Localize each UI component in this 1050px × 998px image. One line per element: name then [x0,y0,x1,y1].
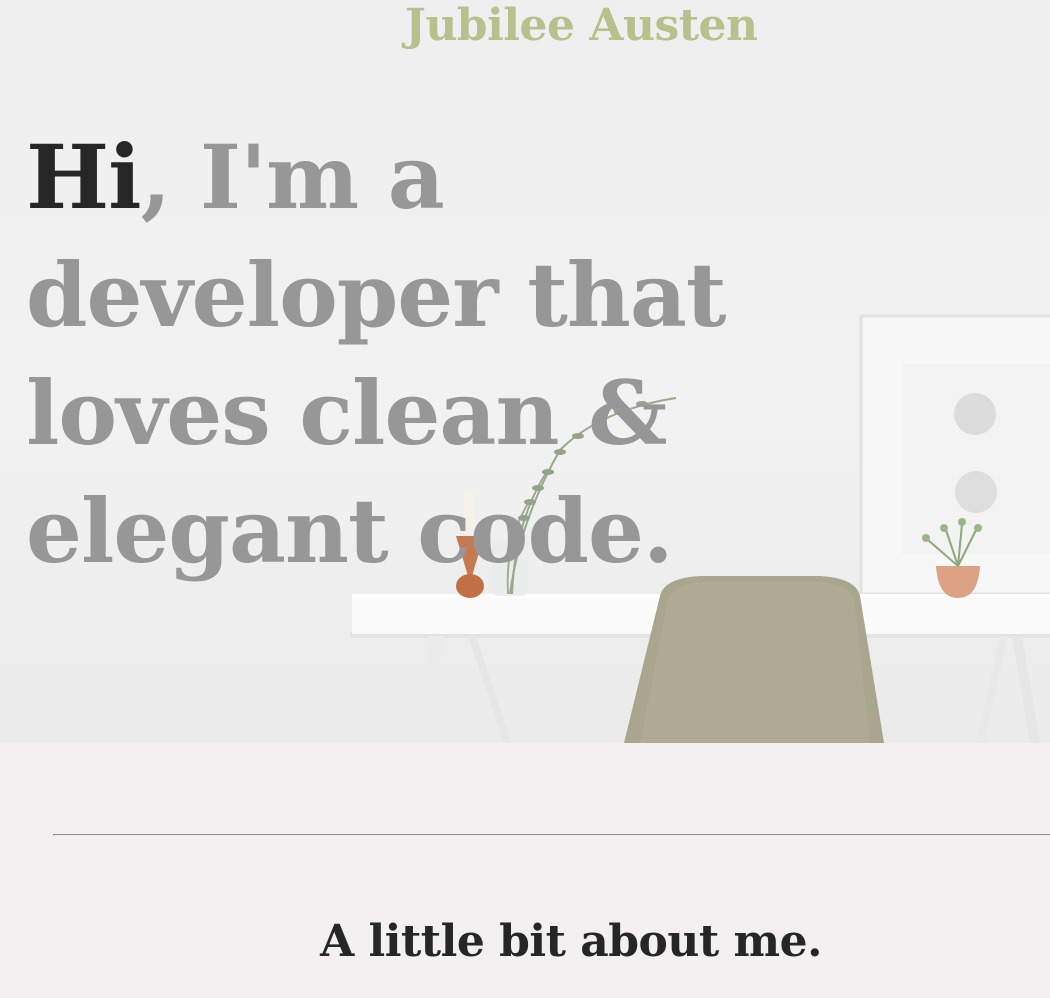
section-divider [53,834,1050,836]
page: Jubilee Austen Hi, I'm a developer that … [0,0,1050,998]
hero-section: Jubilee Austen Hi, I'm a developer that … [0,0,1050,743]
chair [624,576,884,743]
about-title: A little bit about me. [320,916,822,967]
desk [352,594,1050,743]
potted-plant [922,518,982,598]
hero-greeting: Hi [26,125,142,229]
hero-headline: Hi, I'm a developer that loves clean & e… [26,118,926,590]
site-name[interactable]: Jubilee Austen [405,0,758,52]
